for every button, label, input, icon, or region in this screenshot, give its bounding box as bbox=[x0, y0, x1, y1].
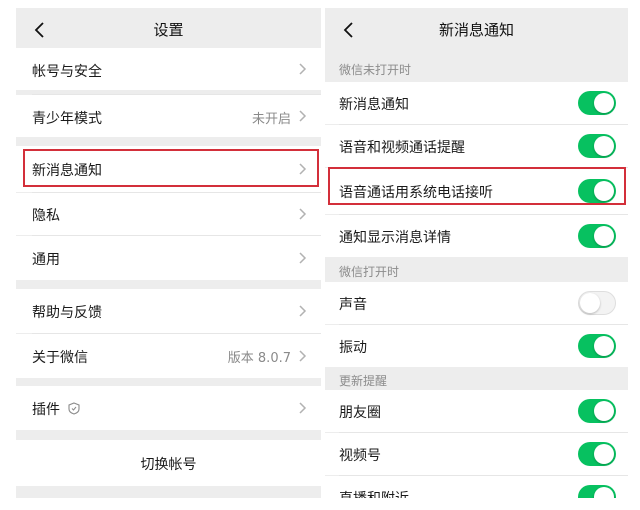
toggle-knob bbox=[594, 136, 614, 156]
settings-item-account-security[interactable]: 帐号与安全 bbox=[16, 48, 321, 90]
chevron-right-icon bbox=[299, 350, 307, 362]
setting-label: 直播和附近 bbox=[339, 488, 409, 498]
toggle-knob bbox=[594, 336, 614, 356]
chevron-right-icon bbox=[299, 63, 307, 75]
settings-screen: 设置 帐号与安全 青少年模式 未开启 新消息通知 隐私 通用 帮助与反馈 关于微… bbox=[16, 8, 321, 498]
setting-label: 语音和视频通话提醒 bbox=[339, 140, 465, 156]
moments-toggle[interactable] bbox=[578, 399, 616, 423]
toggle-knob bbox=[594, 93, 614, 113]
notification-nav-bar: 新消息通知 bbox=[325, 8, 628, 52]
setting-label: 朋友圈 bbox=[339, 405, 381, 421]
toggle-knob bbox=[594, 444, 614, 464]
page-title: 新消息通知 bbox=[438, 21, 514, 39]
setting-label: 振动 bbox=[339, 340, 367, 356]
sound-toggle[interactable] bbox=[578, 291, 616, 315]
settings-item-label: 青少年模式 bbox=[32, 111, 102, 127]
switch-account-button[interactable]: 切换帐号 bbox=[16, 454, 321, 474]
setting-label: 视频号 bbox=[339, 448, 381, 464]
settings-item-general[interactable]: 通用 bbox=[16, 236, 321, 280]
setting-label: 声音 bbox=[339, 297, 367, 313]
setting-new-message-notification: 新消息通知 bbox=[325, 82, 628, 124]
chevron-right-icon bbox=[299, 252, 307, 264]
setting-live-nearby: 直播和附近 bbox=[325, 476, 628, 498]
settings-nav-bar: 设置 bbox=[16, 8, 321, 52]
voice-video-call-reminder-toggle[interactable] bbox=[578, 134, 616, 158]
highlight-new-message-notification bbox=[23, 149, 319, 187]
new-message-notification-screen: 新消息通知 微信未打开时 新消息通知 语音和视频通话提醒 语音通话用系统电话接听… bbox=[325, 8, 628, 498]
setting-sound: 声音 bbox=[325, 282, 628, 324]
setting-moments: 朋友圈 bbox=[325, 390, 628, 432]
settings-item-help-feedback[interactable]: 帮助与反馈 bbox=[16, 289, 321, 333]
settings-item-label: 隐私 bbox=[32, 208, 60, 224]
shield-icon bbox=[68, 402, 80, 415]
settings-item-privacy[interactable]: 隐私 bbox=[16, 193, 321, 235]
settings-item-teen-mode[interactable]: 青少年模式 未开启 bbox=[16, 95, 321, 137]
section-header-wechat-open: 微信打开时 bbox=[339, 265, 400, 279]
channels-toggle[interactable] bbox=[578, 442, 616, 466]
setting-vibration: 振动 bbox=[325, 325, 628, 367]
settings-item-label: 关于微信 bbox=[32, 350, 88, 366]
switch-account-row: 切换帐号 bbox=[16, 440, 321, 486]
setting-voice-video-call-reminder: 语音和视频通话提醒 bbox=[325, 125, 628, 167]
settings-item-label: 通用 bbox=[32, 252, 60, 268]
show-message-details-toggle[interactable] bbox=[578, 224, 616, 248]
highlight-system-phone-answer bbox=[328, 167, 626, 205]
version-number: 版本 8.0.7 bbox=[227, 351, 291, 366]
page-title: 设置 bbox=[153, 21, 184, 39]
chevron-right-icon bbox=[299, 402, 307, 414]
section-header-wechat-closed: 微信未打开时 bbox=[339, 63, 412, 77]
settings-item-about-wechat[interactable]: 关于微信 版本 8.0.7 bbox=[16, 334, 321, 378]
settings-item-label: 插件 bbox=[32, 402, 60, 418]
setting-show-message-details: 通知显示消息详情 bbox=[325, 215, 628, 257]
settings-item-label: 帐号与安全 bbox=[32, 64, 102, 80]
setting-label: 新消息通知 bbox=[339, 97, 409, 113]
toggle-knob bbox=[594, 226, 614, 246]
chevron-right-icon bbox=[299, 305, 307, 317]
chevron-right-icon bbox=[299, 208, 307, 220]
toggle-knob bbox=[594, 487, 614, 498]
toggle-knob bbox=[594, 401, 614, 421]
teen-mode-status: 未开启 bbox=[251, 112, 291, 127]
new-message-notification-toggle[interactable] bbox=[578, 91, 616, 115]
setting-label: 通知显示消息详情 bbox=[339, 230, 451, 246]
vibration-toggle[interactable] bbox=[578, 334, 616, 358]
setting-channels: 视频号 bbox=[325, 433, 628, 475]
toggle-knob bbox=[580, 293, 600, 313]
chevron-right-icon bbox=[299, 110, 307, 122]
settings-item-label: 帮助与反馈 bbox=[32, 305, 102, 321]
section-header-update-reminders: 更新提醒 bbox=[339, 374, 388, 388]
live-nearby-toggle[interactable] bbox=[578, 485, 616, 498]
settings-item-plugins[interactable]: 插件 bbox=[16, 386, 321, 430]
